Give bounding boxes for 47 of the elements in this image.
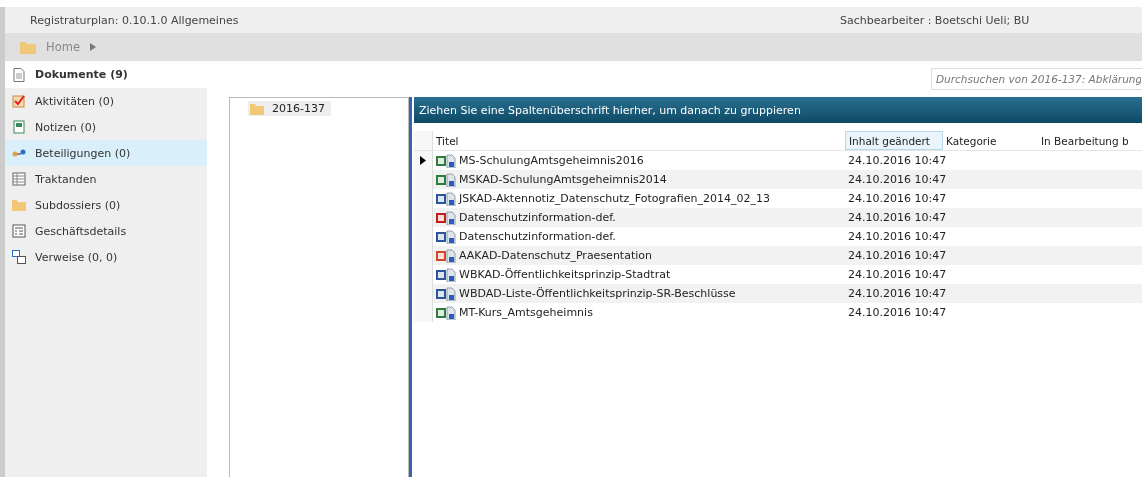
column-header[interactable]: In Bearbeitung b [1038, 131, 1142, 150]
changed-date: 24.10.2016 10:47 [848, 211, 947, 224]
column-header[interactable]: Inhalt geändert [845, 131, 943, 150]
group-panel: Ziehen Sie eine Spaltenüberschrift hierher, um danach zu gruppieren [414, 97, 1142, 123]
column-header[interactable]: Kategorie [943, 131, 1038, 150]
document-title[interactable]: Datenschutzinformation-def. [459, 230, 616, 243]
tree-node[interactable]: 2016-137 [248, 101, 331, 116]
sidebar-item[interactable]: Notizen (0) [5, 114, 207, 140]
sidebar-item[interactable]: Verweise (0, 0) [5, 244, 207, 270]
document-title[interactable]: MS-SchulungAmtsgeheimnis2016 [459, 154, 644, 167]
changed-date: 24.10.2016 10:47 [848, 230, 947, 243]
sidebar-item[interactable]: Beteiligungen (0) [5, 140, 207, 166]
changed-date: 24.10.2016 10:47 [848, 173, 947, 186]
document-title[interactable]: JSKAD-Aktennotiz_Datenschutz_Fotografien_2014_02_13 [459, 192, 770, 205]
changed-date: 24.10.2016 10:47 [848, 306, 947, 319]
plan-title: Registraturplan: 0.10.1.0 Allgemeines [29, 13, 240, 27]
note-icon [12, 120, 26, 134]
document-title[interactable]: AAKAD-Datenschutz_Praesentation [459, 249, 652, 262]
changed-date: 24.10.2016 10:47 [848, 287, 947, 300]
document-title[interactable]: Datenschutzinformation-def. [459, 211, 616, 224]
document-title[interactable]: WBDAD-Liste-Öffentlichkeitsprinzip-SR-Beschlüsse [459, 287, 736, 300]
current-row-icon [420, 156, 426, 165]
document-icon [12, 67, 26, 82]
changed-date: 24.10.2016 10:47 [848, 192, 947, 205]
changed-date: 24.10.2016 10:47 [848, 249, 947, 262]
folder-icon [12, 198, 26, 212]
folder-icon [20, 40, 36, 54]
column-header[interactable]: Titel [433, 131, 845, 150]
row-indicator[interactable] [414, 151, 433, 170]
chevron-icon[interactable] [89, 43, 96, 51]
document-title[interactable]: WBKAD-Öffentlichkeitsprinzip-Stadtrat [459, 268, 671, 281]
sidebar-item[interactable]: Aktivitäten (0) [5, 88, 207, 114]
changed-date: 24.10.2016 10:47 [848, 268, 947, 281]
sidebar-item[interactable]: Traktanden [5, 166, 207, 192]
document-title[interactable]: MT-Kurs_Amtsgeheimnis [459, 306, 593, 319]
folder-icon [250, 102, 264, 115]
table-icon [12, 172, 26, 186]
sidebar-item[interactable]: Subdossiers (0) [5, 192, 207, 218]
sidebar-item[interactable]: Dokumente (9) [5, 61, 207, 88]
changed-date: 24.10.2016 10:47 [848, 154, 947, 167]
form-icon [12, 224, 26, 238]
sidebar-item[interactable]: Geschäftsdetails [5, 218, 207, 244]
clerk-label: Sachbearbeiter : Boetschi Ueli; BU [840, 13, 1030, 27]
links-icon [12, 250, 26, 264]
task-icon [12, 94, 26, 108]
search-field[interactable]: Durchsuchen von 2016-137: Abklärung [931, 68, 1142, 90]
document-title[interactable]: MSKAD-SchulungAmtsgeheimnis2014 [459, 173, 667, 186]
